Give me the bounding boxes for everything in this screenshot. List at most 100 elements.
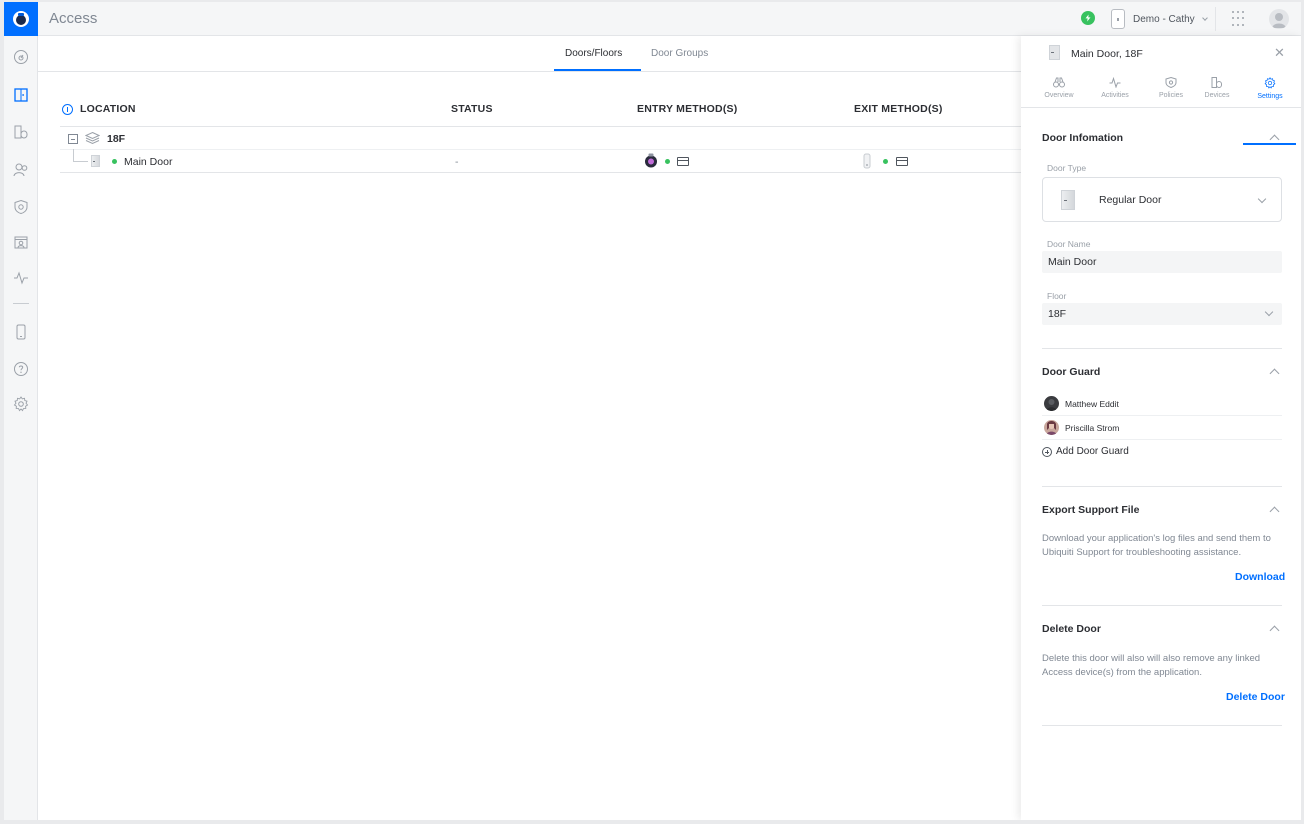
add-door-guard-label: Add Door Guard [1056, 446, 1129, 457]
doors-main-view: Doors/Floors Door Groups LOCATION STATUS… [38, 36, 1021, 820]
activity-icon [1109, 77, 1121, 88]
entry-online-status-icon [665, 159, 670, 164]
chevron-up-icon[interactable] [1269, 368, 1280, 379]
section-divider [1042, 605, 1282, 606]
tab-activities[interactable]: Activities [1087, 74, 1143, 108]
left-navigation [4, 36, 38, 820]
delete-description: Delete this door will also will also rem… [1042, 653, 1261, 678]
tab-overview-label: Overview [1044, 92, 1074, 99]
list-item[interactable]: Matthew Eddit [1042, 392, 1282, 416]
delete-door-button[interactable]: Delete Door [1226, 691, 1285, 703]
panel-title: Main Door, 18F [1071, 48, 1143, 60]
console-name: Demo - Cathy [1133, 13, 1195, 25]
visitors-icon[interactable] [11, 232, 31, 252]
door-icon [91, 155, 100, 167]
top-bar: Access Demo - Cathy [4, 2, 1301, 36]
section-title-door-info: Door Infomation [1042, 132, 1124, 144]
door-name-label: Door Name [1047, 239, 1091, 249]
door-detail-panel: Main Door, 18F ✕ Overview Activities Pol… [1021, 36, 1301, 820]
active-panel-tab-indicator [1243, 143, 1296, 145]
panel-header: Main Door, 18F ✕ [1021, 36, 1301, 70]
chevron-down-icon [1257, 194, 1267, 204]
doors-icon[interactable] [11, 85, 31, 105]
nfc-card-icon [677, 157, 689, 166]
section-divider [1042, 486, 1282, 487]
door-name-value: Main Door [1048, 256, 1097, 268]
tab-devices-label: Devices [1204, 92, 1230, 99]
close-icon[interactable]: ✕ [1274, 45, 1285, 61]
exit-online-status-icon [883, 159, 888, 164]
policies-icon[interactable] [11, 197, 31, 217]
floor-select[interactable]: 18F [1042, 303, 1282, 325]
section-title-door-guard: Door Guard [1042, 366, 1101, 378]
dashboard-icon[interactable] [11, 47, 31, 67]
door-name[interactable]: Main Door [124, 156, 172, 168]
door-type-label: Door Type [1047, 163, 1087, 173]
exit-button-device-icon[interactable] [863, 153, 871, 172]
section-divider [1042, 725, 1282, 726]
avatar [1044, 396, 1059, 411]
app-logo-icon[interactable] [4, 2, 38, 36]
floor-row[interactable]: 18F [60, 127, 1021, 150]
floor-value: 18F [1048, 308, 1067, 320]
door-online-status-icon [112, 159, 117, 164]
reader-device-icon[interactable] [644, 153, 658, 171]
activity-icon[interactable] [11, 268, 31, 288]
floor-layers-icon [84, 131, 101, 148]
connection-status-icon[interactable] [1081, 11, 1095, 25]
column-status[interactable]: STATUS [451, 103, 493, 115]
door-status: - [455, 156, 459, 168]
panel-tabs: Overview Activities Policies Devices Set… [1021, 74, 1301, 145]
regular-door-icon [1061, 190, 1075, 210]
chevron-up-icon[interactable] [1269, 625, 1280, 636]
tab-doors-floors[interactable]: Doors/Floors [565, 48, 622, 59]
plus-circle-icon [1042, 446, 1052, 457]
devices-icon[interactable] [11, 122, 31, 142]
chevron-down-icon [1201, 14, 1208, 21]
section-divider [1042, 348, 1282, 349]
active-tab-indicator [554, 69, 641, 71]
column-location[interactable]: LOCATION [80, 103, 136, 115]
floor-name: 18F [107, 133, 126, 145]
app-title: Access [49, 10, 98, 27]
door-thumbnail-icon [1049, 45, 1060, 63]
list-item[interactable]: Priscilla Strom [1042, 416, 1282, 440]
users-icon[interactable] [11, 160, 31, 180]
console-device-icon [1111, 9, 1125, 29]
app-switcher-icon[interactable] [1232, 11, 1248, 27]
collapse-icon[interactable] [68, 134, 78, 144]
add-door-guard-button[interactable]: Add Door Guard [1042, 446, 1129, 457]
download-button[interactable]: Download [1235, 571, 1285, 583]
devices-icon [1211, 77, 1222, 88]
chevron-down-icon [1264, 307, 1274, 317]
tab-devices[interactable]: Devices [1189, 74, 1245, 108]
app-window: Access Demo - Cathy Doors/Floors Door Gr… [4, 2, 1301, 820]
tab-activities-label: Activities [1101, 92, 1129, 99]
chevron-up-icon[interactable] [1269, 506, 1280, 517]
settings-gear-icon[interactable] [11, 394, 31, 414]
table-row[interactable]: Main Door - [60, 150, 1021, 173]
column-exit-methods[interactable]: EXIT METHOD(S) [854, 103, 943, 115]
shield-icon [1165, 77, 1177, 88]
section-title-export: Export Support File [1042, 504, 1140, 516]
help-icon[interactable] [11, 359, 31, 379]
floor-label: Floor [1047, 291, 1067, 301]
tab-overview[interactable]: Overview [1031, 74, 1087, 108]
user-avatar[interactable] [1269, 9, 1289, 29]
gear-icon [1264, 77, 1276, 89]
column-entry-methods[interactable]: ENTRY METHOD(S) [637, 103, 737, 115]
binoculars-icon [1053, 77, 1065, 88]
export-description: Download your application's log files an… [1042, 533, 1271, 558]
console-selector[interactable]: Demo - Cathy [1111, 7, 1216, 31]
door-type-select[interactable]: Regular Door [1042, 177, 1282, 222]
view-tabs: Doors/Floors Door Groups [38, 36, 1021, 72]
nav-divider [13, 303, 29, 304]
tab-settings-label: Settings [1257, 93, 1283, 100]
avatar [1044, 420, 1059, 435]
tab-door-groups[interactable]: Door Groups [651, 48, 708, 59]
door-name-input[interactable]: Main Door [1042, 251, 1282, 273]
tab-settings[interactable]: Settings [1242, 74, 1298, 108]
table-header: LOCATION STATUS ENTRY METHOD(S) EXIT MET… [60, 96, 1021, 127]
door-type-value: Regular Door [1099, 194, 1162, 206]
mobile-device-icon[interactable] [11, 322, 31, 342]
